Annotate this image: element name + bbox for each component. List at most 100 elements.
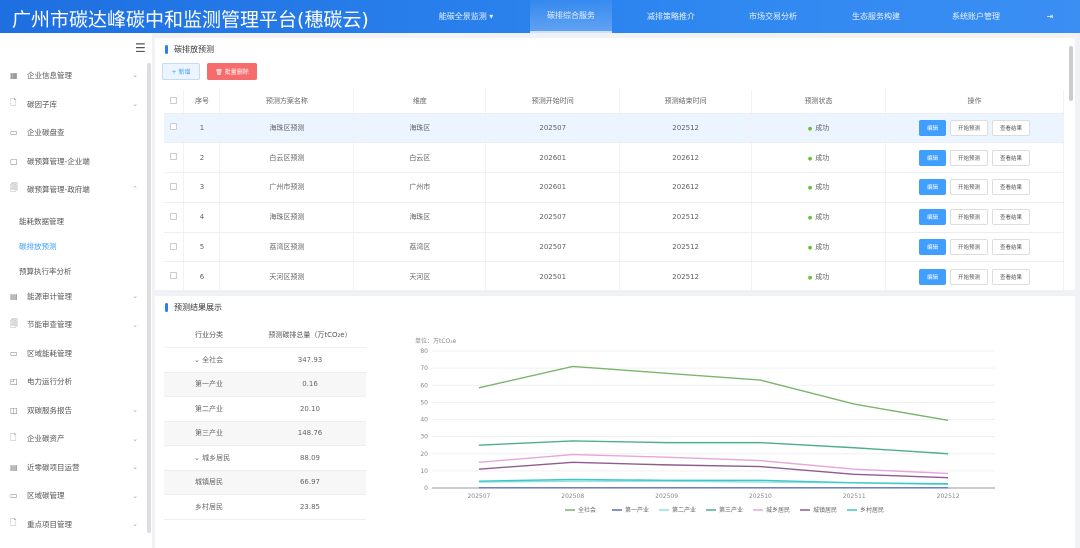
row-checkbox[interactable] xyxy=(164,113,185,144)
table-scrollbar[interactable] xyxy=(1069,46,1073,101)
row-checkbox[interactable] xyxy=(164,202,185,233)
edit-button[interactable]: 编辑 xyxy=(918,179,946,196)
sidebar-subitem[interactable]: 预算执行率分析 xyxy=(19,266,72,277)
sidebar-scrollbar[interactable] xyxy=(147,63,151,533)
actions-cell: 编辑 开始预测 查看结果 xyxy=(885,202,1064,233)
table-row[interactable]: 6 天河区预测 天河区 202501 202512 成功 编辑开始预测查看结果 xyxy=(164,261,1064,293)
cell-text: 202512 xyxy=(672,123,700,132)
start-forecast-button[interactable]: 开始预测 xyxy=(950,239,989,256)
results-row[interactable]: ⌄ 全社会 347.93 xyxy=(164,347,366,373)
sidebar-item[interactable]: 🗋 企业碳资产 ⌄ xyxy=(10,429,140,449)
start-forecast-button[interactable]: 开始预测 xyxy=(950,209,989,226)
view-result-button[interactable]: 查看结果 xyxy=(992,119,1031,136)
cell-text: 202601 xyxy=(539,153,567,162)
cell: 成功 xyxy=(751,202,887,233)
edit-button[interactable]: 编辑 xyxy=(918,268,946,285)
menu-icon: 🗐 xyxy=(10,183,18,192)
y-tick-label: 80 xyxy=(420,348,428,355)
view-result-button[interactable]: 查看结果 xyxy=(992,179,1031,196)
sidebar-item[interactable]: ▭ 区域碳管理 ⌄ xyxy=(10,486,140,506)
menu-toggle-icon[interactable]: ☰ xyxy=(135,41,146,55)
category: 乡村居民 xyxy=(164,494,254,520)
sidebar-item[interactable]: ▭ 区域能耗管理 xyxy=(10,343,140,363)
view-result-button[interactable]: 查看结果 xyxy=(992,209,1031,226)
cell-text: 白云区预测 xyxy=(269,153,305,162)
row-checkbox[interactable] xyxy=(164,261,185,293)
category: ⌄ 城乡居民 xyxy=(164,445,254,471)
table-row[interactable]: 2 白云区预测 白云区 202601 202612 成功 编辑开始预测查看结果 xyxy=(164,142,1064,174)
batch-delete-button[interactable]: 🗑 批量删除 xyxy=(207,63,257,80)
nav-tab-2[interactable]: 减排策略推介 xyxy=(630,0,712,33)
start-forecast-button[interactable]: 开始预测 xyxy=(950,268,989,285)
nav-tab-5[interactable]: 系统账户管理 xyxy=(935,0,1017,33)
table-row[interactable]: 4 海珠区预测 海珠区 202507 202512 成功 编辑开始预测查看结果 xyxy=(164,202,1064,233)
sidebar: ☰ ▦ 企业信息管理 ⌄ 🗋 碳因子库 ⌄ ▭ 企业碳盘查 ▢ 碳预算管理-企业端 🗐 碳预算管理-政… xyxy=(0,33,152,548)
sidebar-subitem[interactable]: 能耗数据管理 xyxy=(19,216,64,227)
cell: 海珠区预测 xyxy=(219,202,355,233)
cell-text: 202512 xyxy=(672,213,700,222)
sidebar-item[interactable]: ▢ 碳预算管理-企业端 xyxy=(10,151,140,171)
cell: 202612 xyxy=(619,142,753,174)
view-result-button[interactable]: 查看结果 xyxy=(992,239,1031,256)
legend-label[interactable]: 城乡居民 xyxy=(766,507,790,514)
actions-cell: 编辑 开始预测 查看结果 xyxy=(885,113,1064,144)
sidebar-item[interactable]: 🗐 节能审查管理 ⌄ xyxy=(10,315,140,335)
sidebar-item[interactable]: ◫ 双碳服务报告 ⌄ xyxy=(10,400,140,420)
row-checkbox[interactable] xyxy=(164,232,185,263)
legend-label[interactable]: 第三产业 xyxy=(719,506,743,514)
start-forecast-button[interactable]: 开始预测 xyxy=(950,179,989,196)
start-forecast-button[interactable]: 开始预测 xyxy=(950,119,989,136)
sidebar-item[interactable]: ▦ 企业信息管理 ⌄ xyxy=(10,65,140,85)
edit-button[interactable]: 编辑 xyxy=(918,119,946,136)
legend-label[interactable]: 第一产业 xyxy=(625,506,649,514)
nav-tab-1[interactable]: 碳排综合服务 xyxy=(530,0,612,33)
view-result-button[interactable]: 查看结果 xyxy=(992,149,1031,166)
row-checkbox[interactable] xyxy=(164,142,185,174)
logout-icon[interactable]: ⇥ xyxy=(1040,0,1060,33)
y-tick-label: 0 xyxy=(424,485,428,492)
legend-label[interactable]: 全社会 xyxy=(578,506,596,514)
table-row[interactable]: 3 广州市预测 广州市 202601 202612 成功 编辑开始预测查看结果 xyxy=(164,172,1064,203)
add-button[interactable]: + 新增 xyxy=(162,63,200,80)
value: 20.10 xyxy=(254,396,366,422)
select-all-checkbox[interactable] xyxy=(164,90,185,114)
cell: 3 xyxy=(183,172,221,203)
sidebar-item[interactable]: ▤ 近零碳项目运营 ⌄ xyxy=(10,457,140,477)
row-checkbox[interactable] xyxy=(164,172,185,203)
chevron-icon: ⌄ xyxy=(132,292,138,300)
value: 88.09 xyxy=(254,445,366,471)
sidebar-item[interactable]: ◰ 电力运行分析 xyxy=(10,372,140,392)
edit-button[interactable]: 编辑 xyxy=(918,209,946,226)
edit-button[interactable]: 编辑 xyxy=(918,239,946,256)
column-header: 预测碳排总量（万tCO₂e） xyxy=(254,323,366,348)
sidebar-item[interactable]: ▤ 能源审计管理 ⌄ xyxy=(10,286,140,306)
results-row[interactable]: ⌄ 城乡居民 88.09 xyxy=(164,445,366,471)
nav-tab-0[interactable]: 能碳全景监测 ▾ xyxy=(425,0,507,33)
cell-text: 202507 xyxy=(539,213,567,222)
cell: 202501 xyxy=(485,261,621,293)
sidebar-item[interactable]: 🗐 碳预算管理-政府端 ⌃ xyxy=(10,179,140,199)
x-tick-label: 202508 xyxy=(561,493,584,500)
cell: 202512 xyxy=(619,202,753,233)
sidebar-item[interactable]: 🗋 碳因子库 ⌄ xyxy=(10,94,140,114)
sidebar-item[interactable]: ▭ 企业碳盘查 xyxy=(10,122,140,142)
edit-button[interactable]: 编辑 xyxy=(918,149,946,166)
results-row: 乡村居民 23.85 xyxy=(164,494,366,520)
sidebar-subitem[interactable]: 碳排放预测 xyxy=(19,241,57,252)
nav-tab-3[interactable]: 市场交易分析 xyxy=(732,0,814,33)
start-forecast-button[interactable]: 开始预测 xyxy=(950,149,989,166)
legend-label[interactable]: 乡村居民 xyxy=(860,506,884,514)
nav-tab-4[interactable]: 生态服务构建 xyxy=(835,0,917,33)
legend-label[interactable]: 第二产业 xyxy=(672,506,696,514)
status-badge: 成功 xyxy=(808,243,829,251)
sidebar-item-label: 企业碳盘查 xyxy=(27,127,65,137)
chevron-icon: ⌄ xyxy=(132,463,138,471)
sidebar-item[interactable]: 🗋 重点项目管理 ⌄ xyxy=(10,514,140,534)
table-row[interactable]: 1 海珠区预测 海珠区 202507 202512 成功 编辑开始预测查看结果 xyxy=(164,113,1064,144)
menu-icon: ▭ xyxy=(10,348,18,358)
menu-icon: ▢ xyxy=(10,156,18,166)
table-row[interactable]: 5 荔湾区预测 荔湾区 202507 202512 成功 编辑开始预测查看结果 xyxy=(164,232,1064,263)
cell-text: 202512 xyxy=(672,243,700,252)
legend-label[interactable]: 城镇居民 xyxy=(813,506,837,514)
view-result-button[interactable]: 查看结果 xyxy=(992,268,1031,285)
